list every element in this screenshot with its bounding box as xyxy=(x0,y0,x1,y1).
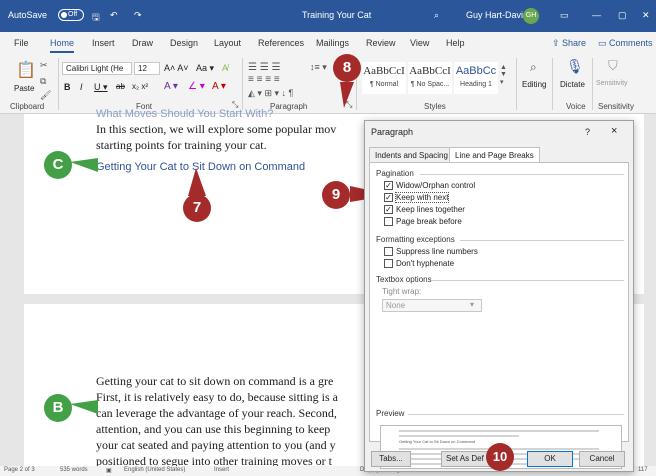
suppress-line-numbers-checkbox[interactable]: Suppress line numbers xyxy=(384,247,478,257)
callout-c: C xyxy=(44,151,72,179)
cancel-button[interactable]: Cancel xyxy=(579,451,625,467)
widow-orphan-checkbox[interactable]: ✓ Widow/Orphan control xyxy=(384,181,476,191)
callout-b: B xyxy=(44,394,72,422)
keep-lines-together-checkbox[interactable]: ✓ Keep lines together xyxy=(384,205,465,215)
tight-wrap-select[interactable]: None xyxy=(382,299,482,312)
checkbox-box[interactable]: ✓ xyxy=(384,205,393,215)
divider xyxy=(408,414,624,415)
tab-panel: Pagination ✓ Widow/Orphan control ✓ Keep w… xyxy=(369,162,629,469)
tab-line-page-breaks[interactable]: Line and Page Breaks xyxy=(449,147,540,163)
preview-line xyxy=(399,435,519,437)
dialog-title: Paragraph xyxy=(371,127,414,137)
divider xyxy=(432,280,624,281)
chevron-down-icon[interactable]: ▾ xyxy=(470,300,474,309)
checkbox-box[interactable]: ✓ xyxy=(384,181,393,191)
ok-button[interactable]: OK xyxy=(527,451,573,467)
formatting-exceptions-label: Formatting exceptions xyxy=(376,235,455,244)
checkbox-label: Widow/Orphan control xyxy=(396,181,476,190)
tabs-button[interactable]: Tabs... xyxy=(371,451,411,467)
callout-8: 8 xyxy=(333,54,361,82)
dont-hyphenate-checkbox[interactable]: Don't hyphenate xyxy=(384,259,455,269)
preview-heading: Getting Your Cat to Sit Down on Command xyxy=(399,439,476,444)
checkbox-label: Keep lines together xyxy=(396,205,465,214)
checkbox-label: Don't hyphenate xyxy=(396,259,455,268)
preview-label: Preview xyxy=(376,409,405,418)
callout-b-arrow xyxy=(70,400,98,414)
checkbox-label: Suppress line numbers xyxy=(396,247,478,256)
dialog-close-button[interactable]: × xyxy=(611,125,617,137)
callout-7: 7 xyxy=(183,194,211,222)
divider xyxy=(420,174,624,175)
preview-line xyxy=(399,430,599,432)
callout-c-arrow xyxy=(70,158,98,172)
callout-10: 10 xyxy=(486,443,514,471)
page-break-before-checkbox[interactable]: Page break before xyxy=(384,217,462,227)
callout-7-arrow xyxy=(188,168,206,196)
divider xyxy=(460,240,624,241)
callout-8-arrow xyxy=(340,82,354,108)
paragraph-dialog: Paragraph ? × Indents and Spacing Line a… xyxy=(364,120,634,472)
checkbox-box[interactable] xyxy=(384,247,393,257)
checkbox-label: Keep with next xyxy=(394,192,450,203)
checkbox-box[interactable] xyxy=(384,217,393,227)
checkbox-label: Page break before xyxy=(396,217,462,226)
checkbox-box[interactable] xyxy=(384,259,393,269)
keep-with-next-checkbox[interactable]: ✓ Keep with next xyxy=(384,192,450,203)
textbox-options-label: Textbox options xyxy=(376,275,432,284)
help-button[interactable]: ? xyxy=(585,127,590,137)
checkbox-box[interactable]: ✓ xyxy=(384,193,393,203)
callout-9: 9 xyxy=(322,181,350,209)
pagination-label: Pagination xyxy=(376,169,414,178)
tight-wrap-label: Tight wrap: xyxy=(382,287,422,296)
tab-indents-spacing[interactable]: Indents and Spacing xyxy=(369,147,454,163)
